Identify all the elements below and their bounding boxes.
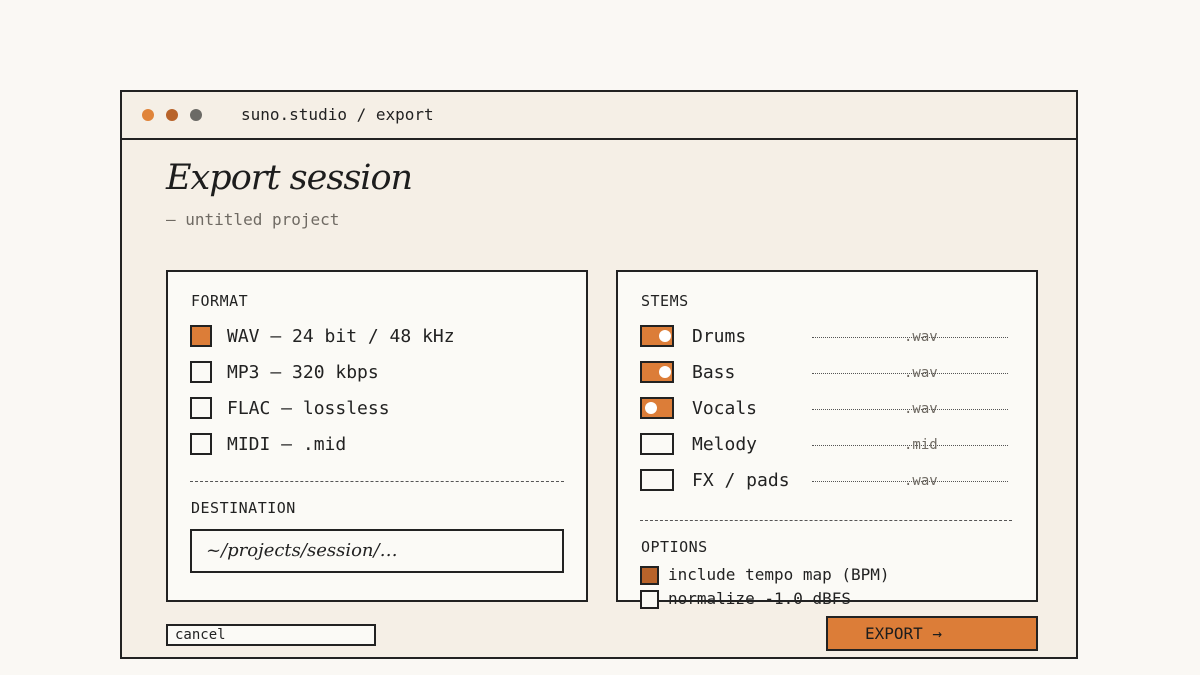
format-option-label: MIDI — .mid	[227, 434, 347, 455]
format-option-label: MP3 — 320 kbps	[227, 362, 379, 383]
format-checkbox[interactable]	[190, 397, 212, 419]
stem-extension: .wav	[904, 473, 938, 489]
stem-name: Vocals	[692, 398, 758, 419]
page-subtitle: — untitled project	[166, 210, 340, 229]
toggle-knob	[659, 366, 671, 378]
option-checkbox[interactable]	[640, 566, 659, 585]
destination-input[interactable]: ~/projects/session/…	[190, 529, 564, 573]
stem-toggle[interactable]	[640, 469, 674, 491]
stem-name: Melody	[692, 434, 758, 455]
format-checkbox[interactable]	[190, 325, 212, 347]
cancel-button[interactable]: cancel	[166, 624, 376, 646]
minimize-window-dot[interactable]	[166, 109, 178, 121]
option-checkbox[interactable]	[640, 590, 659, 609]
stem-extension: .wav	[904, 401, 938, 417]
section-divider	[640, 520, 1012, 521]
section-divider	[190, 481, 564, 482]
maximize-window-dot[interactable]	[190, 109, 202, 121]
option-label: normalize -1.0 dBFS	[668, 589, 852, 608]
toggle-knob	[659, 330, 671, 342]
toggle-knob	[645, 402, 657, 414]
stem-row-bass: Bass .wav	[640, 361, 1010, 385]
stem-extension: .mid	[904, 437, 938, 453]
format-checkbox[interactable]	[190, 433, 212, 455]
format-checkbox[interactable]	[190, 361, 212, 383]
destination-section-label: DESTINATION	[191, 499, 296, 517]
close-window-dot[interactable]	[142, 109, 154, 121]
export-window: suno.studio / export Export session — un…	[120, 90, 1078, 659]
stem-toggle[interactable]	[640, 433, 674, 455]
stem-row-vocals: Vocals .wav	[640, 397, 1010, 421]
format-option-label: FLAC — lossless	[227, 398, 390, 419]
stem-row-melody: Melody .mid	[640, 433, 1010, 457]
stem-name: FX / pads	[692, 470, 790, 491]
stem-row-fx-pads: FX / pads .wav	[640, 469, 1010, 493]
stem-row-drums: Drums .wav	[640, 325, 1010, 349]
options-section-label: OPTIONS	[641, 538, 708, 556]
stem-name: Drums	[692, 326, 747, 347]
title-bar: suno.studio / export	[122, 92, 1076, 140]
page-title: Export session	[166, 158, 413, 198]
format-panel: FORMAT WAV — 24 bit / 48 kHz MP3 — 320 k…	[166, 270, 588, 602]
stem-name: Bass	[692, 362, 736, 383]
stem-extension: .wav	[904, 329, 938, 345]
format-option-label: WAV — 24 bit / 48 kHz	[227, 326, 455, 347]
stem-extension: .wav	[904, 365, 938, 381]
stem-toggle[interactable]	[640, 325, 674, 347]
window-title: suno.studio / export	[241, 105, 434, 124]
export-button[interactable]: EXPORT →	[826, 616, 1038, 651]
stem-toggle[interactable]	[640, 397, 674, 419]
stem-toggle[interactable]	[640, 361, 674, 383]
stems-section-label: STEMS	[641, 292, 689, 310]
option-label: include tempo map (BPM)	[668, 565, 890, 584]
format-section-label: FORMAT	[191, 292, 249, 310]
stems-panel: STEMS Drums .wav Bass .wav Vocals .wav M…	[616, 270, 1038, 609]
